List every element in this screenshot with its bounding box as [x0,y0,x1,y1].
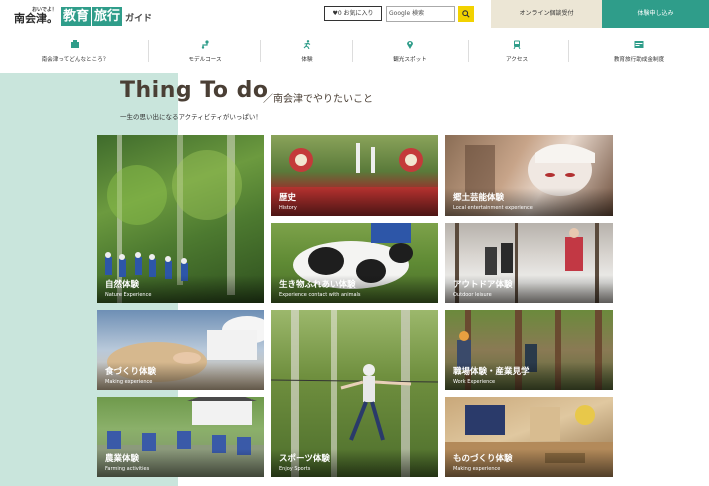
logo-tagline: おいでよ！ [32,7,57,13]
map-icon [71,40,79,48]
tile-title: アウトドア体験 [453,280,513,290]
tile-outdoor[interactable]: アウトドア体験 Outdoor leisure [445,223,613,303]
tile-subtitle: Making experience [453,466,501,472]
nav-divider [260,40,261,62]
tile-sports[interactable]: スポーツ体験 Enjoy Sports [271,310,438,477]
tile-nature-experience[interactable]: 自然体験 Nature Experience [97,135,264,303]
page-title: Thing To do [120,78,269,103]
apply-experience-button[interactable]: 体験申し込み [602,0,709,28]
tile-subtitle: History [279,205,297,211]
nav-item-about[interactable]: 南会津ってどんなところ？ [30,36,120,66]
nav-divider [568,40,569,62]
tile-subtitle: Enjoy Sports [279,466,311,472]
tile-subtitle: Farming activities [105,466,150,472]
nav-label: 南会津ってどんなところ？ [41,57,109,63]
tile-food-making[interactable]: 食づくり体験 Making experience [97,310,264,390]
nav-divider [352,40,353,62]
tile-subtitle: Experience contact with animals [279,292,361,298]
logo-guide-text: ガイド [125,14,153,24]
nav-item-access[interactable]: アクセス [485,36,549,66]
favorites-button[interactable]: ♥0 お気に入り [324,6,382,21]
tile-title: スポーツ体験 [279,454,330,464]
nav-item-spots[interactable]: 観光スポット [375,36,445,66]
tile-local-entertainment[interactable]: 郷土芸能体験 Local entertainment experience [445,135,613,216]
search-input[interactable]: Google 検索 [386,6,455,22]
tile-subtitle: Local entertainment experience [453,205,533,211]
nav-label: モデルコース [188,57,222,63]
route-icon [201,40,209,49]
nav-item-model-course[interactable]: モデルコース [170,36,240,66]
online-consultation-button[interactable]: オンライン個談受付 [491,0,602,28]
nav-label: 教育旅行助成金制度 [613,57,665,63]
main-navigation: 南会津ってどんなところ？ モデルコース 体験 観光スポット アクセス 教育旅行助… [0,36,709,70]
tile-animal-contact[interactable]: 生き物ふれあい体験 Experience contact with animal… [271,223,438,303]
tile-work-experience[interactable]: 職場体験・産業見学 Work Experience [445,310,613,390]
tile-subtitle: Making experience [105,379,153,385]
running-person-icon [303,40,311,49]
tile-title: 歴史 [279,193,297,203]
tile-history[interactable]: 歴史 History [271,135,438,216]
nav-item-subsidy[interactable]: 教育旅行助成金制度 [600,36,678,66]
search-button[interactable] [458,6,474,22]
site-header: おいでよ！ 南会津。 教育 旅行 ガイド ♥0 お気に入り Google 検索 … [0,0,709,28]
tile-title: 自然体験 [105,280,140,290]
tile-title: 生き物ふれあい体験 [279,280,356,290]
search-icon [462,10,470,18]
nav-item-experience[interactable]: 体験 [275,36,339,66]
tile-title: 郷土芸能体験 [453,193,505,203]
tile-title: 職場体験・産業見学 [453,367,530,377]
tile-craft-making[interactable]: ものづくり体験 Making experience [445,397,613,477]
tile-subtitle: Outdoor leisure [453,292,492,298]
nav-divider [148,40,149,62]
train-icon [513,40,521,49]
location-pin-icon [407,41,413,49]
tile-title: ものづくり体験 [453,454,513,464]
tile-caption-overlay [271,188,438,216]
tile-farming[interactable]: 農業体験 Farming activities [97,397,264,477]
logo-box-travel: 旅行 [92,7,123,26]
tile-subtitle: Work Experience [453,379,496,385]
tile-title: 食づくり体験 [105,367,157,377]
tile-title: 農業体験 [105,454,140,464]
tile-subtitle: Nature Experience [105,292,152,298]
nav-label: アクセス [505,57,529,63]
site-logo[interactable]: おいでよ！ 南会津。 教育 旅行 ガイド [14,4,152,26]
nav-label: 体験 [301,57,313,63]
nav-divider [468,40,469,62]
logo-box-education: 教育 [61,7,92,26]
page-tagline: 一生の思い出になるアクティビティがいっぱい！ [120,113,262,121]
money-icon [634,41,644,48]
page-subtitle: ／南会津でやりたいこと [263,94,373,105]
nav-label: 観光スポット [393,57,427,63]
